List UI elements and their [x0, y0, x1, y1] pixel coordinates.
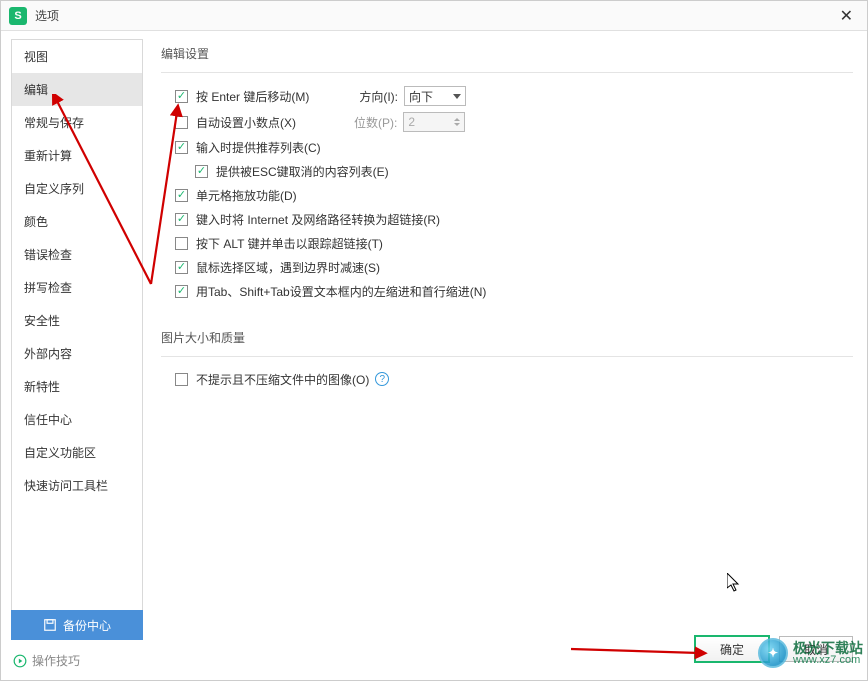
app-icon: S — [9, 7, 27, 25]
tips-link[interactable]: 操作技巧 — [13, 652, 80, 669]
titlebar: S 选项 ✕ — [1, 1, 867, 31]
sidebar-item-edit[interactable]: 编辑 — [12, 73, 142, 106]
checkbox-enter-move[interactable] — [175, 90, 188, 103]
window-title: 选项 — [35, 7, 834, 24]
tips-label: 操作技巧 — [32, 652, 80, 669]
sidebar-item-error-check[interactable]: 错误检查 — [12, 238, 142, 271]
label-mouse-slow: 鼠标选择区域，遇到边界时减速(S) — [196, 259, 380, 276]
option-esc-list: 提供被ESC键取消的内容列表(E) — [161, 159, 853, 183]
label-enter-move: 按 Enter 键后移动(M) — [196, 88, 309, 105]
sidebar-item-quick-access[interactable]: 快速访问工具栏 — [12, 469, 142, 502]
checkbox-autocomplete[interactable] — [175, 141, 188, 154]
checkbox-cell-drag[interactable] — [175, 189, 188, 202]
help-icon[interactable]: ? — [375, 372, 389, 386]
direction-label: 方向(I): — [359, 88, 398, 105]
checkbox-auto-decimal[interactable] — [175, 116, 188, 129]
label-no-compress: 不提示且不压缩文件中的图像(O) — [196, 371, 369, 388]
label-auto-decimal: 自动设置小数点(X) — [196, 114, 296, 131]
chevron-up-icon — [454, 118, 460, 121]
close-icon[interactable]: ✕ — [834, 4, 859, 28]
digits-value: 2 — [408, 115, 415, 129]
footer: 备份中心 操作技巧 确定 取消 — [1, 608, 867, 680]
option-enter-move: 按 Enter 键后移动(M) 方向(I): 向下 — [161, 83, 853, 109]
ok-button[interactable]: 确定 — [695, 636, 769, 662]
label-esc-list: 提供被ESC键取消的内容列表(E) — [216, 163, 389, 180]
divider — [161, 356, 853, 357]
main-area: 视图 编辑 常规与保存 重新计算 自定义序列 颜色 错误检查 拼写检查 安全性 … — [1, 31, 867, 631]
backup-label: 备份中心 — [63, 617, 111, 634]
backup-center-button[interactable]: 备份中心 — [11, 610, 143, 640]
option-no-compress: 不提示且不压缩文件中的图像(O) ? — [161, 367, 853, 391]
chevron-down-icon — [453, 94, 461, 99]
sidebar-item-recalc[interactable]: 重新计算 — [12, 139, 142, 172]
direction-dropdown[interactable]: 向下 — [404, 86, 466, 106]
digits-label: 位数(P): — [354, 114, 397, 131]
checkbox-tab-indent[interactable] — [175, 285, 188, 298]
option-cell-drag: 单元格拖放功能(D) — [161, 183, 853, 207]
option-tab-indent: 用Tab、Shift+Tab设置文本框内的左缩进和首行缩进(N) — [161, 279, 853, 303]
option-hyperlink: 键入时将 Internet 及网络路径转换为超链接(R) — [161, 207, 853, 231]
sidebar-item-new-features[interactable]: 新特性 — [12, 370, 142, 403]
option-alt-click: 按下 ALT 键并单击以跟踪超链接(T) — [161, 231, 853, 255]
label-cell-drag: 单元格拖放功能(D) — [196, 187, 297, 204]
divider — [161, 72, 853, 73]
sidebar-item-color[interactable]: 颜色 — [12, 205, 142, 238]
sidebar-item-security[interactable]: 安全性 — [12, 304, 142, 337]
label-alt-click: 按下 ALT 键并单击以跟踪超链接(T) — [196, 235, 383, 252]
sidebar-item-trust-center[interactable]: 信任中心 — [12, 403, 142, 436]
cancel-button[interactable]: 取消 — [779, 636, 853, 662]
content-panel: 编辑设置 按 Enter 键后移动(M) 方向(I): 向下 自动设置小数点(X… — [151, 31, 867, 631]
chevron-down-icon — [454, 123, 460, 126]
play-icon — [13, 654, 27, 668]
checkbox-esc-list[interactable] — [195, 165, 208, 178]
sidebar-item-custom-list[interactable]: 自定义序列 — [12, 172, 142, 205]
sidebar-item-external[interactable]: 外部内容 — [12, 337, 142, 370]
sidebar-item-custom-ribbon[interactable]: 自定义功能区 — [12, 436, 142, 469]
button-row: 确定 取消 — [695, 636, 853, 662]
option-autocomplete: 输入时提供推荐列表(C) — [161, 135, 853, 159]
backup-icon — [43, 618, 57, 632]
digits-spinner: 2 — [403, 112, 465, 132]
option-mouse-slow: 鼠标选择区域，遇到边界时减速(S) — [161, 255, 853, 279]
checkbox-mouse-slow[interactable] — [175, 261, 188, 274]
sidebar-item-spell-check[interactable]: 拼写检查 — [12, 271, 142, 304]
spinner-buttons — [454, 113, 460, 131]
label-tab-indent: 用Tab、Shift+Tab设置文本框内的左缩进和首行缩进(N) — [196, 283, 486, 300]
checkbox-no-compress[interactable] — [175, 373, 188, 386]
sidebar-item-view[interactable]: 视图 — [12, 40, 142, 73]
option-auto-decimal: 自动设置小数点(X) 位数(P): 2 — [161, 109, 853, 135]
sidebar-item-general[interactable]: 常规与保存 — [12, 106, 142, 139]
checkbox-alt-click[interactable] — [175, 237, 188, 250]
label-autocomplete: 输入时提供推荐列表(C) — [196, 139, 321, 156]
section-image-title: 图片大小和质量 — [161, 329, 853, 346]
label-hyperlink: 键入时将 Internet 及网络路径转换为超链接(R) — [196, 211, 440, 228]
sidebar: 视图 编辑 常规与保存 重新计算 自定义序列 颜色 错误检查 拼写检查 安全性 … — [11, 39, 143, 631]
section-edit-title: 编辑设置 — [161, 45, 853, 62]
direction-value: 向下 — [409, 88, 433, 105]
checkbox-hyperlink[interactable] — [175, 213, 188, 226]
